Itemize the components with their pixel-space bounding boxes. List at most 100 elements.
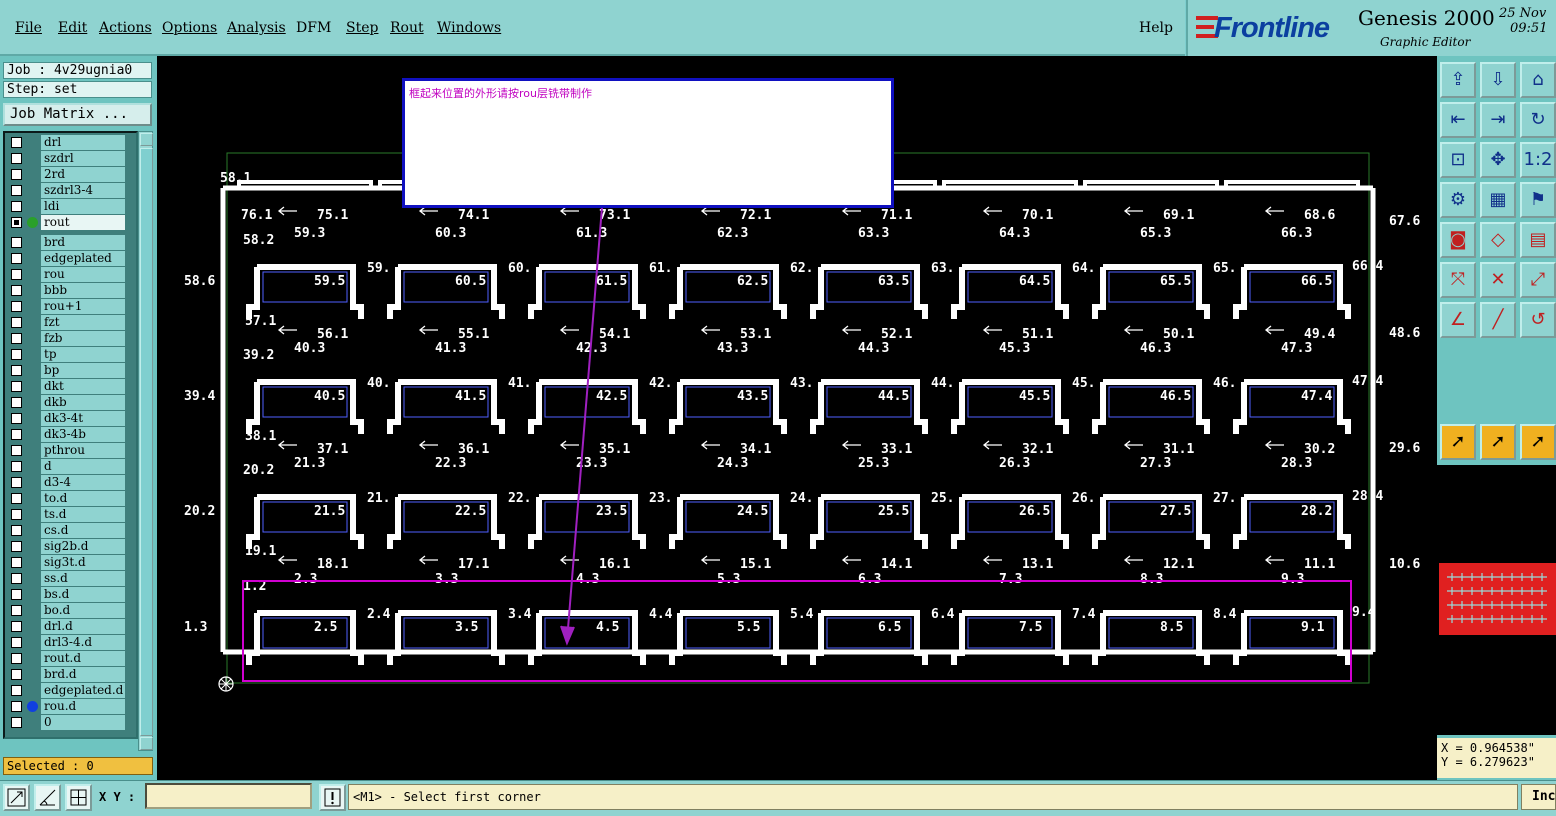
job-matrix-button[interactable]: Job Matrix ... [3,103,152,126]
fill-mode-button[interactable]: ◙ [1440,222,1476,258]
line-button[interactable]: ╱ [1480,302,1516,338]
layer-name[interactable]: bs.d [41,587,125,602]
outline-mode-button[interactable]: ◇ [1480,222,1516,258]
layer-name[interactable]: tp [41,347,125,362]
layer-checkbox[interactable] [11,557,22,568]
layer-row[interactable]: ldi [5,199,136,214]
layer-row[interactable]: dk3-4b [5,427,136,442]
layer-name[interactable]: rou [41,267,125,282]
layer-checkbox[interactable] [11,637,22,648]
layer-row[interactable]: szdrl [5,151,136,166]
layer-name[interactable]: szdrl3-4 [41,183,125,198]
alert-button[interactable] [319,784,346,811]
layer-row[interactable]: dk3-4t [5,411,136,426]
layer-checkbox[interactable] [11,717,22,728]
scale-button[interactable]: 1:2 [1520,142,1556,178]
layer-checkbox[interactable] [11,169,22,180]
layer-name[interactable]: bp [41,363,125,378]
layer-checkbox[interactable] [11,201,22,212]
scroll-down-arrow-icon[interactable] [140,737,153,750]
layer-name[interactable]: ss.d [41,571,125,586]
layer-row[interactable]: brd.d [5,667,136,682]
pan-left-button[interactable]: ⇤ [1440,102,1476,138]
rotate-button[interactable]: ↺ [1520,302,1556,338]
select-arrow-button[interactable]: ➚ [1440,424,1476,460]
layer-name[interactable]: rou+1 [41,299,125,314]
layer-name[interactable]: drl.d [41,619,125,634]
zoom-area-button[interactable] [3,784,30,811]
layer-name[interactable]: dkt [41,379,125,394]
layer-row[interactable]: sig3t.d [5,555,136,570]
measure-button[interactable] [34,784,61,811]
menu-rout[interactable]: Rout [390,20,424,36]
layer-name[interactable]: d3-4 [41,475,125,490]
menu-dfm[interactable]: DFM [296,20,331,36]
menu-help[interactable]: Help [1139,20,1173,36]
layer-checkbox[interactable] [11,701,22,712]
layer-name[interactable]: dk3-4t [41,411,125,426]
layer-checkbox[interactable] [11,685,22,696]
layer-checkbox[interactable] [11,137,22,148]
layer-row[interactable]: fzt [5,315,136,330]
ruler-button[interactable]: ▤ [1520,222,1556,258]
layer-name[interactable]: 0 [41,715,125,730]
layer-row[interactable]: drl3-4.d [5,635,136,650]
layer-checkbox[interactable] [11,429,22,440]
layer-checkbox[interactable] [11,413,22,424]
snap-button[interactable]: ⚙ [1440,182,1476,218]
menu-edit[interactable]: Edit [58,20,87,36]
layer-name[interactable]: szdrl [41,151,125,166]
layer-checkbox[interactable] [11,349,22,360]
layer-name[interactable]: 2rd [41,167,125,182]
home-view-button[interactable]: ⌂ [1520,62,1556,98]
zoom-fit-button[interactable]: ⊡ [1440,142,1476,178]
layer-checkbox[interactable] [11,365,22,376]
select-box-button[interactable]: ➚ [1480,424,1516,460]
layer-checkbox[interactable] [11,301,22,312]
redraw-button[interactable]: ↻ [1520,102,1556,138]
layer-list-scrollbar[interactable] [138,131,153,751]
overview-minimap[interactable] [1437,465,1556,735]
layer-checkbox[interactable] [11,253,22,264]
menu-actions[interactable]: Actions [99,20,152,36]
menu-step[interactable]: Step [346,20,378,36]
layer-checkbox[interactable] [11,333,22,344]
layer-row[interactable]: 0 [5,715,136,730]
angle-button[interactable]: ∠ [1440,302,1476,338]
layer-checkbox[interactable] [11,381,22,392]
layer-row[interactable]: drl [5,135,136,150]
layer-checkbox[interactable] [11,669,22,680]
layer-row[interactable]: sig2b.d [5,539,136,554]
scroll-thumb[interactable] [140,148,153,736]
layer-name[interactable]: d [41,459,125,474]
layer-checkbox[interactable] [11,477,22,488]
layer-row[interactable]: brd [5,235,136,250]
layer-name[interactable]: pthrou [41,443,125,458]
layer-name[interactable]: bbb [41,283,125,298]
layer-name[interactable]: sig2b.d [41,539,125,554]
layer-checkbox[interactable] [11,153,22,164]
cross-button[interactable]: ✕ [1480,262,1516,298]
layer-row[interactable]: dkb [5,395,136,410]
layer-row[interactable]: drl.d [5,619,136,634]
layer-row[interactable]: 2rd [5,167,136,182]
layer-name[interactable]: ldi [41,199,125,214]
layer-checkbox[interactable] [11,509,22,520]
layer-name[interactable]: ts.d [41,507,125,522]
layer-row[interactable]: to.d [5,491,136,506]
layer-name[interactable]: dkb [41,395,125,410]
layer-row[interactable]: rou+1 [5,299,136,314]
layer-checkbox[interactable] [11,185,22,196]
layer-checkbox[interactable] [11,397,22,408]
layer-row[interactable]: ts.d [5,507,136,522]
layer-name[interactable]: edgeplated [41,251,125,266]
grid-snap-button[interactable] [65,784,92,811]
layer-checkbox[interactable] [11,461,22,472]
layer-row[interactable]: d [5,459,136,474]
layer-checkbox[interactable] [11,525,22,536]
polyline-button[interactable]: ⤢ [1520,262,1556,298]
layer-row[interactable]: bs.d [5,587,136,602]
layer-name[interactable]: bo.d [41,603,125,618]
layer-name[interactable]: drl [41,135,125,150]
layer-checkbox[interactable] [11,285,22,296]
